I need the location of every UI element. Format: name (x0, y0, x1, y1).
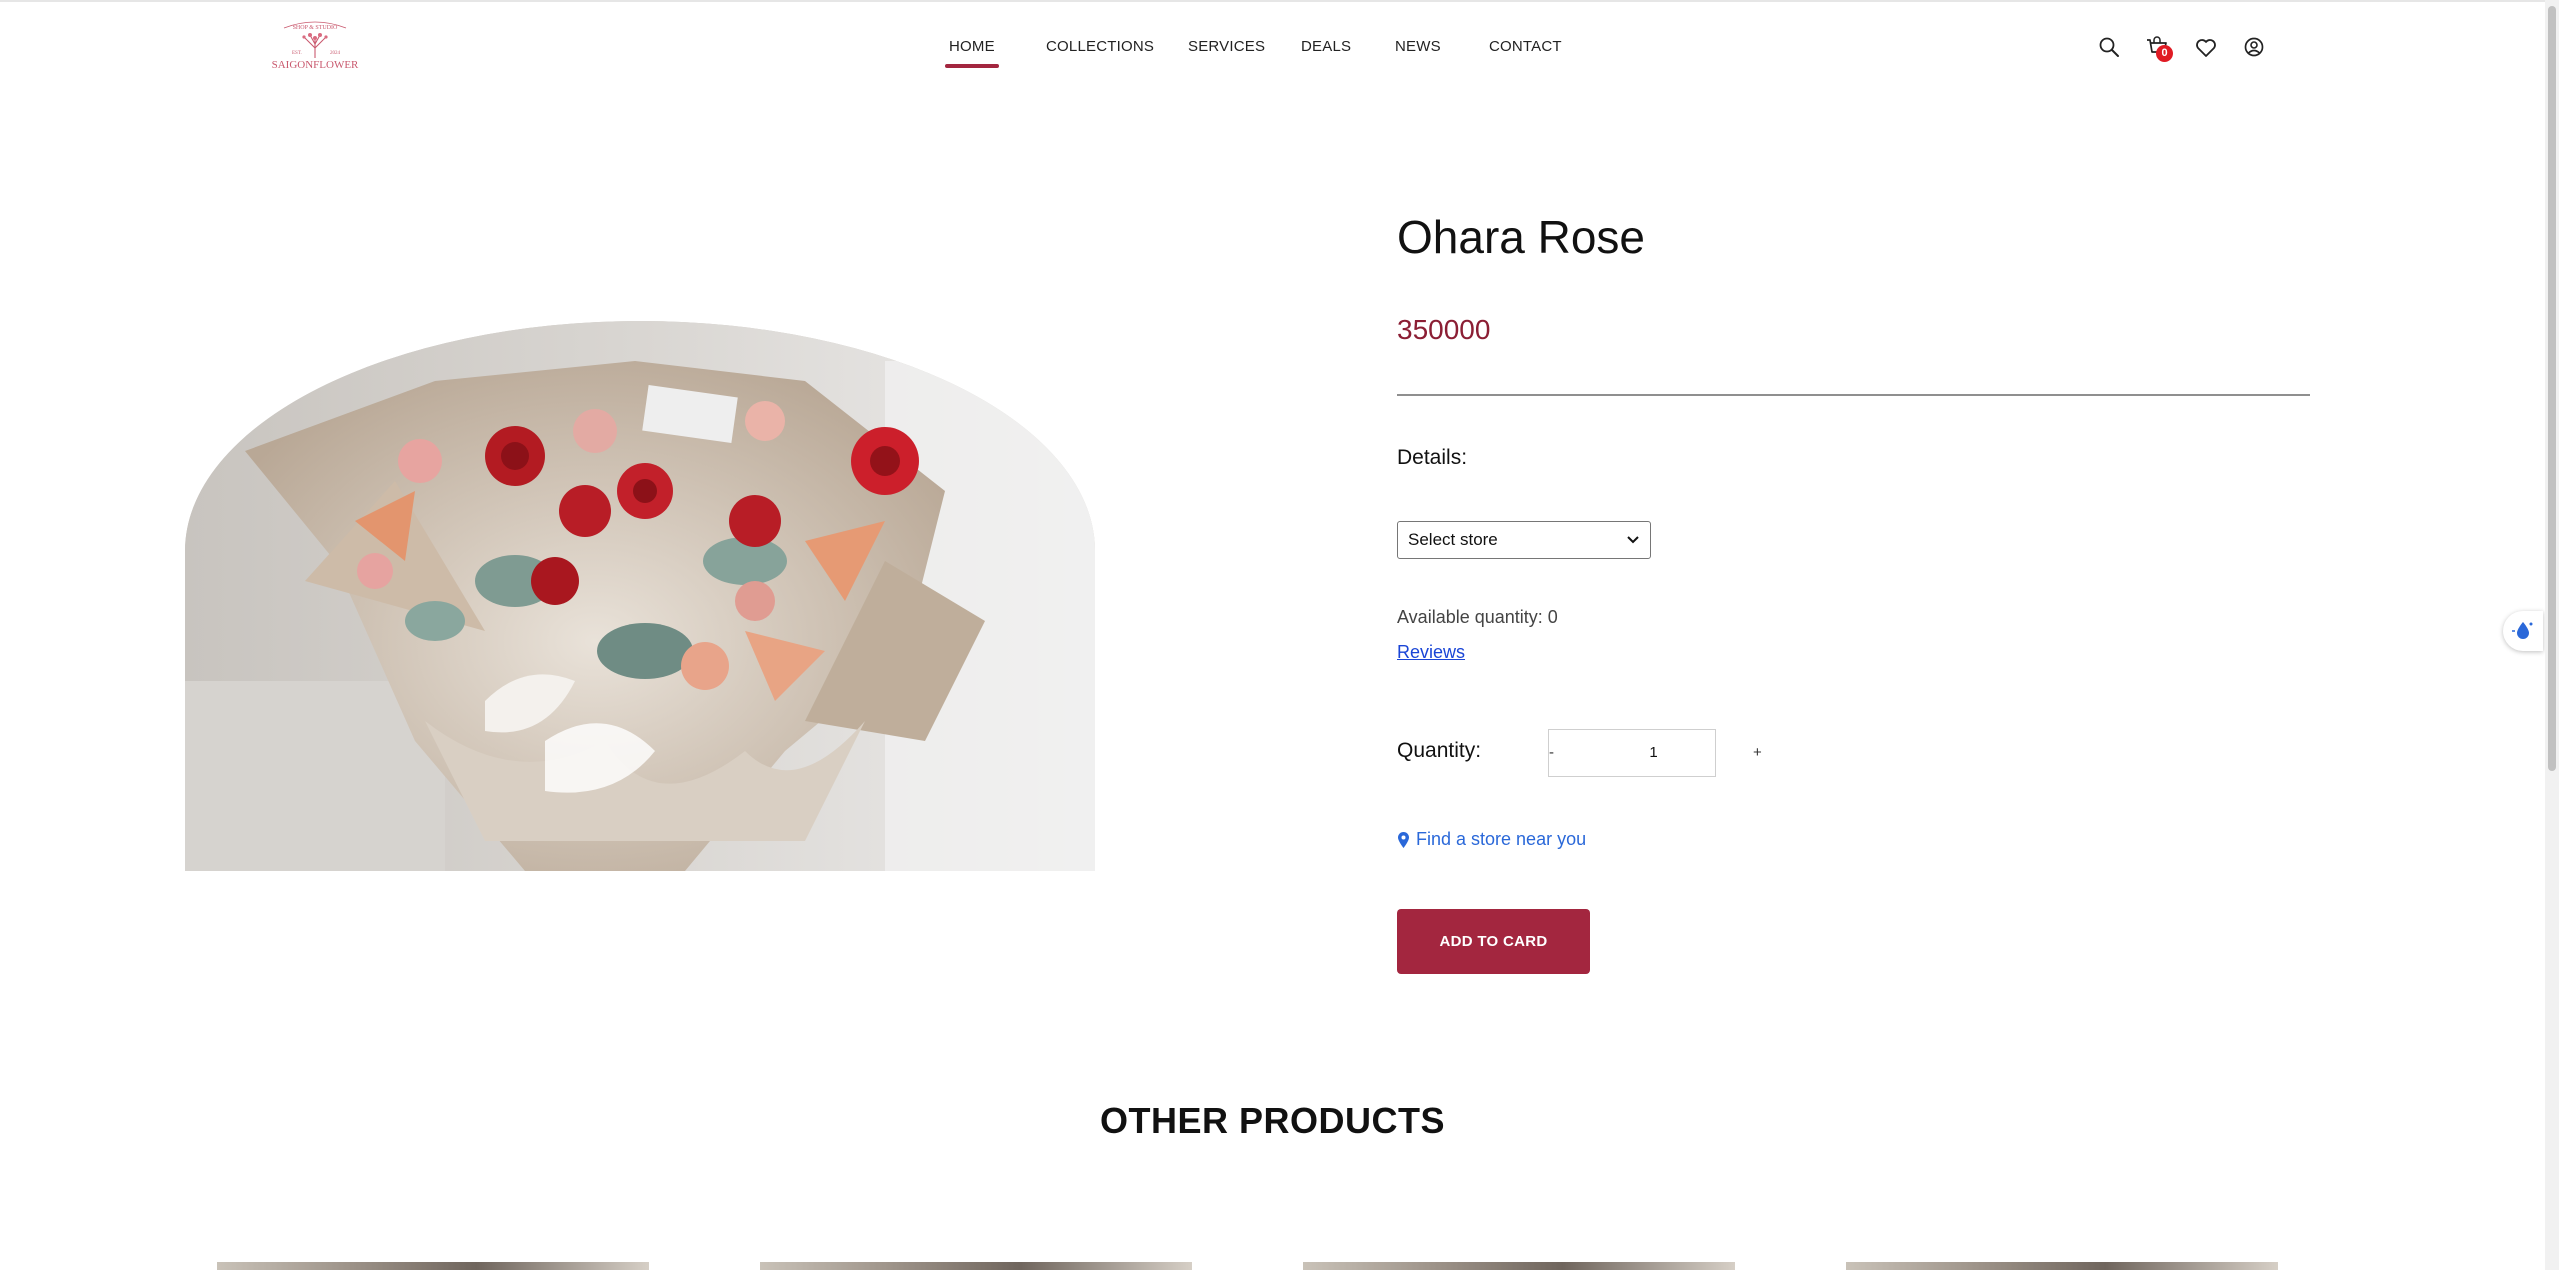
product-card[interactable] (760, 1262, 1192, 1270)
price-divider (1397, 394, 2310, 396)
logo-since-right: 2024 (330, 51, 341, 56)
quantity-label: Quantity: (1397, 739, 1482, 762)
user-icon[interactable] (2240, 34, 2268, 62)
search-icon[interactable] (2095, 34, 2123, 62)
page-scrollbar[interactable] (2545, 0, 2559, 1270)
logo-mark: SHOP & STUDIO EST. 2024 SAIGONFLOWER (272, 21, 359, 71)
quantity-input[interactable] (1554, 730, 1753, 776)
nav-item-home[interactable]: HOME (945, 38, 999, 68)
available-quantity: Available quantity: 0 (1397, 607, 1558, 627)
store-select[interactable]: Select store (1397, 521, 1651, 559)
chevron-down-icon (1627, 536, 1639, 544)
quantity-increase-button[interactable]: + (1753, 730, 1762, 776)
scrollbar-thumb[interactable] (2548, 6, 2556, 771)
product-card[interactable] (1303, 1262, 1735, 1270)
nav-item-deals[interactable]: DEALS (1301, 38, 1351, 55)
product-card[interactable] (1846, 1262, 2278, 1270)
heart-icon[interactable] (2192, 34, 2220, 62)
nav-item-services[interactable]: SERVICES (1188, 38, 1265, 55)
details-label: Details: (1397, 446, 1468, 469)
logo-top-text: SHOP & STUDIO (293, 25, 338, 31)
reviews-link[interactable]: Reviews (1397, 642, 1465, 663)
add-to-cart-button[interactable]: ADD TO CARD (1397, 909, 1590, 974)
logo-name: SAIGONFLOWER (272, 59, 359, 71)
product-card[interactable] (217, 1262, 649, 1270)
other-products-title: OTHER PRODUCTS (1099, 1100, 1445, 1141)
product-price: 350000 (1397, 314, 1491, 345)
find-store-label: Find a store near you (1416, 829, 1587, 849)
product-image (185, 321, 1095, 871)
product-title: Ohara Rose (1397, 211, 1646, 263)
nav-item-collections[interactable]: COLLECTIONS (1046, 38, 1154, 55)
droplet-icon (2512, 622, 2533, 639)
store-select-value: Select store (1408, 530, 1498, 549)
floating-widget-button[interactable] (2503, 611, 2543, 651)
cart-button[interactable]: 0 (2143, 34, 2173, 62)
quantity-stepper: - + (1548, 729, 1762, 777)
logo-since-left: EST. (292, 51, 302, 56)
find-store-link[interactable]: Find a store near you (1397, 829, 1586, 850)
map-pin-icon (1398, 831, 1409, 848)
top-border (0, 0, 2545, 2)
cart-count-badge: 0 (2156, 45, 2173, 62)
nav-item-contact[interactable]: CONTACT (1489, 38, 1562, 55)
nav-item-news[interactable]: NEWS (1395, 38, 1441, 55)
brand-logo[interactable]: SHOP & STUDIO EST. 2024 SAIGONFLOWER (262, 18, 368, 80)
